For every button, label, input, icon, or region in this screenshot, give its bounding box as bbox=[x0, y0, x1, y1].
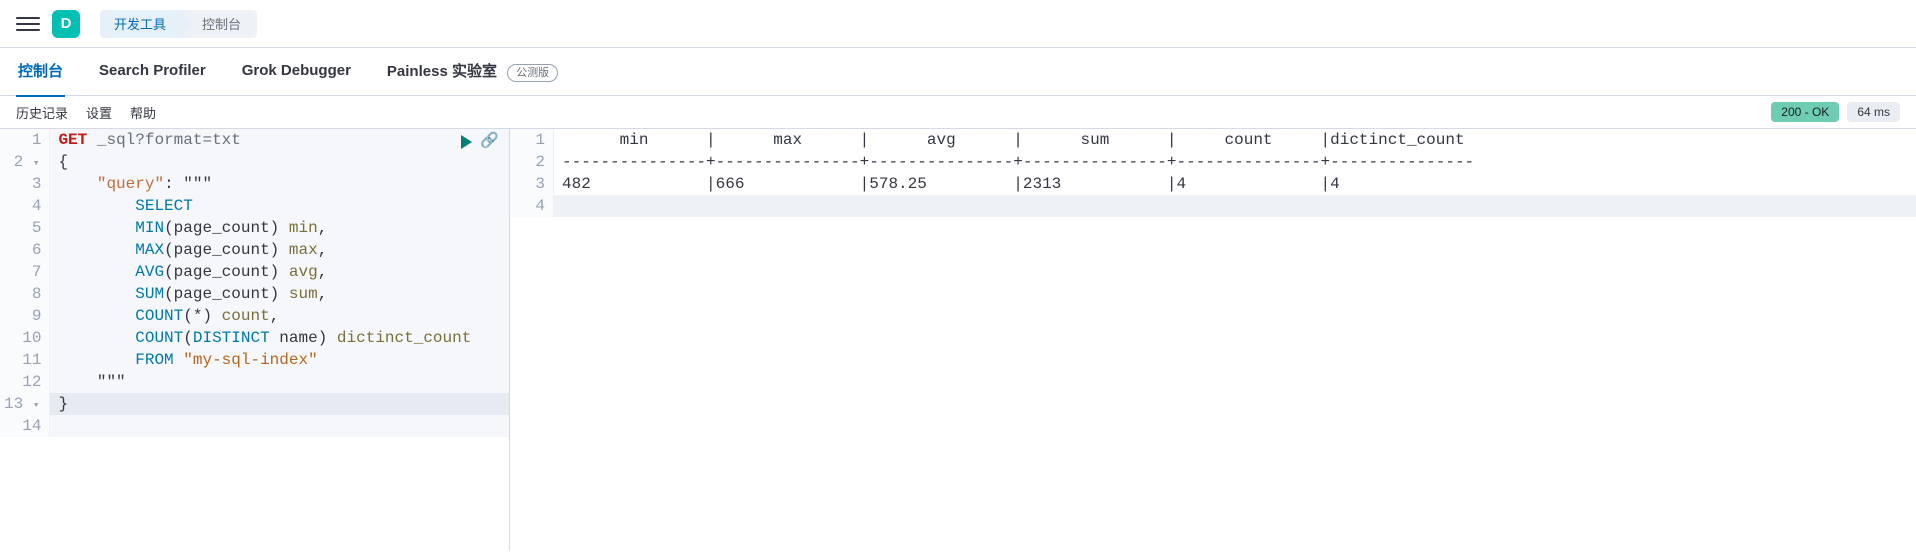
editor-panes: 12 ▾345678910111213 ▾14 🔗 GET _sql?forma… bbox=[0, 129, 1916, 551]
breadcrumb-console[interactable]: 控制台 bbox=[182, 10, 257, 38]
status-badge: 200 - OK bbox=[1771, 102, 1839, 122]
wrench-icon[interactable]: 🔗 bbox=[480, 131, 499, 153]
breadcrumb: 开发工具 控制台 bbox=[100, 10, 257, 38]
tab-search-profiler[interactable]: Search Profiler bbox=[97, 48, 208, 95]
tab-console[interactable]: 控制台 bbox=[16, 46, 65, 97]
history-link[interactable]: 历史记录 bbox=[16, 103, 68, 122]
hamburger-menu-icon[interactable] bbox=[16, 12, 40, 36]
request-code[interactable]: 🔗 GET _sql?format=txt{ "query": """ SELE… bbox=[50, 129, 509, 437]
response-pane: 1234 min | max | avg | sum | count |dict… bbox=[510, 129, 1916, 551]
actions-bar: 历史记录 设置 帮助 200 - OK 64 ms bbox=[0, 96, 1916, 129]
response-time: 64 ms bbox=[1847, 102, 1900, 122]
request-gutter: 12 ▾345678910111213 ▾14 bbox=[0, 129, 50, 437]
tabs-bar: 控制台 Search Profiler Grok Debugger Painle… bbox=[0, 48, 1916, 96]
top-bar: D 开发工具 控制台 bbox=[0, 0, 1916, 48]
response-gutter: 1234 bbox=[510, 129, 554, 217]
app-logo[interactable]: D bbox=[52, 10, 80, 38]
run-controls: 🔗 bbox=[461, 131, 499, 153]
tab-grok-debugger[interactable]: Grok Debugger bbox=[240, 48, 353, 95]
settings-link[interactable]: 设置 bbox=[86, 103, 112, 122]
response-editor[interactable]: 1234 min | max | avg | sum | count |dict… bbox=[510, 129, 1916, 217]
response-code[interactable]: min | max | avg | sum | count |dictinct_… bbox=[554, 129, 1916, 217]
tab-painless-label: Painless 实验室 bbox=[387, 63, 497, 80]
request-pane: 12 ▾345678910111213 ▾14 🔗 GET _sql?forma… bbox=[0, 129, 510, 551]
play-icon[interactable] bbox=[461, 135, 472, 149]
request-editor[interactable]: 12 ▾345678910111213 ▾14 🔗 GET _sql?forma… bbox=[0, 129, 509, 437]
tab-painless-lab[interactable]: Painless 实验室 公测版 bbox=[385, 46, 560, 97]
help-link[interactable]: 帮助 bbox=[130, 103, 156, 122]
breadcrumb-devtools[interactable]: 开发工具 bbox=[100, 10, 182, 38]
beta-badge: 公测版 bbox=[507, 64, 558, 82]
